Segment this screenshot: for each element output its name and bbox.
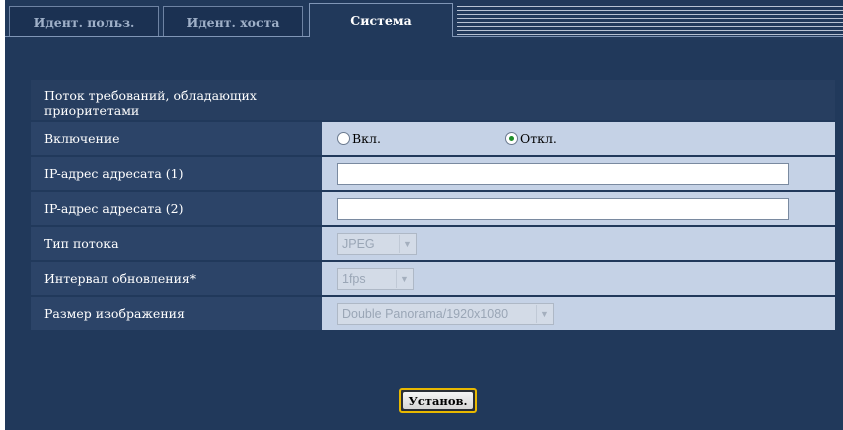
dest-ip-1-label: IP-адрес адресата (1) bbox=[31, 157, 322, 190]
panel-title-text: Поток требований, обладающих приоритетам… bbox=[44, 88, 257, 118]
tab-bar: Идент. польз. Идент. хоста Система bbox=[5, 0, 843, 37]
priority-stream-panel: Поток требований, обладающих приоритетам… bbox=[31, 80, 835, 332]
refresh-interval-selected: 1fps bbox=[342, 271, 366, 286]
tab-divider-left bbox=[5, 36, 309, 37]
chevron-down-icon: ▼ bbox=[396, 269, 412, 288]
dest-ip-1-value bbox=[322, 157, 835, 190]
panel-title: Поток требований, обладающих приоритетам… bbox=[31, 80, 835, 122]
row-dest-ip-2: IP-адрес адресата (2) bbox=[31, 192, 835, 227]
dest-ip-1-input[interactable] bbox=[337, 162, 789, 185]
radio-checked-icon bbox=[505, 132, 518, 145]
tab-bar-decoration bbox=[457, 6, 843, 37]
enable-on-radio[interactable]: Вкл. bbox=[337, 131, 505, 146]
enable-on-label: Вкл. bbox=[352, 131, 381, 146]
stream-type-label: Тип потока bbox=[31, 227, 322, 260]
refresh-interval-label: Интервал обновления* bbox=[31, 262, 322, 295]
dest-ip-2-value bbox=[322, 192, 835, 225]
tab-host-auth[interactable]: Идент. хоста bbox=[163, 6, 303, 37]
enable-label: Включение bbox=[31, 122, 322, 155]
refresh-interval-select[interactable]: 1fps ▼ bbox=[337, 267, 414, 290]
row-enable: Включение Вкл. Откл. bbox=[31, 122, 835, 157]
stream-type-selected: JPEG bbox=[342, 236, 375, 251]
image-size-value: Double Panorama/1920x1080 ▼ bbox=[322, 297, 835, 330]
tab-divider-right bbox=[453, 36, 843, 37]
enable-value: Вкл. Откл. bbox=[322, 122, 835, 155]
enable-off-radio[interactable]: Откл. bbox=[505, 131, 557, 146]
tab-system[interactable]: Система bbox=[309, 3, 453, 37]
dest-ip-2-input[interactable] bbox=[337, 197, 789, 220]
image-size-selected: Double Panorama/1920x1080 bbox=[342, 306, 509, 321]
row-stream-type: Тип потока JPEG ▼ bbox=[31, 227, 835, 262]
radio-unchecked-icon bbox=[337, 132, 350, 145]
enable-radio-group: Вкл. Откл. bbox=[337, 131, 557, 146]
row-image-size: Размер изображения Double Panorama/1920x… bbox=[31, 297, 835, 332]
stream-type-value: JPEG ▼ bbox=[322, 227, 835, 260]
enable-off-label: Откл. bbox=[520, 131, 557, 146]
set-button[interactable]: Установ. bbox=[399, 388, 477, 413]
refresh-interval-value: 1fps ▼ bbox=[322, 262, 835, 295]
image-size-select[interactable]: Double Panorama/1920x1080 ▼ bbox=[337, 302, 554, 325]
settings-frame: Идент. польз. Идент. хоста Система Поток… bbox=[5, 0, 843, 430]
tab-user-auth[interactable]: Идент. польз. bbox=[9, 6, 159, 37]
set-button-label: Установ. bbox=[403, 392, 473, 409]
row-refresh-interval: Интервал обновления* 1fps ▼ bbox=[31, 262, 835, 297]
chevron-down-icon: ▼ bbox=[399, 234, 415, 253]
dest-ip-2-label: IP-адрес адресата (2) bbox=[31, 192, 322, 225]
row-dest-ip-1: IP-адрес адресата (1) bbox=[31, 157, 835, 192]
stream-type-select[interactable]: JPEG ▼ bbox=[337, 232, 417, 255]
image-size-label: Размер изображения bbox=[31, 297, 322, 330]
chevron-down-icon: ▼ bbox=[536, 304, 552, 323]
